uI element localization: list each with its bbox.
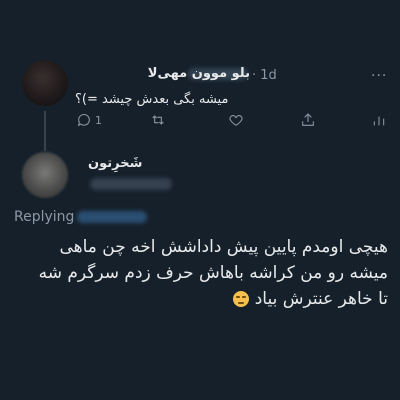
tweet-text: هیچی اومدم پایین پیش داداشش اخه چن ماهی … — [12, 234, 388, 312]
tweet-actions: 1 — [0, 112, 400, 132]
blurred-handle — [90, 178, 172, 190]
heart-icon — [229, 115, 243, 126]
share-icon — [302, 113, 314, 126]
tweet-text: میشه بگی بعدش چیشد =)؟ — [75, 92, 229, 107]
reply-action[interactable]: 1 — [76, 112, 102, 128]
unamused-face-icon — [233, 291, 250, 307]
analytics-action[interactable] — [371, 112, 387, 128]
like-action[interactable] — [228, 112, 244, 128]
retweet-action[interactable] — [150, 112, 166, 128]
blurred-mention[interactable] — [77, 211, 147, 223]
tweet-line: هیچی اومدم پایین پیش داداشش اخه چن ماهی — [59, 237, 388, 257]
tweet-line-last: تا خاهر عنترش بیاد — [12, 286, 388, 312]
display-name[interactable]: بلو موون مهی‌لا — [148, 66, 250, 81]
avatar[interactable] — [22, 60, 68, 106]
tweet-line: تا خاهر عنترش بیاد — [254, 289, 388, 309]
more-options-icon[interactable]: ··· — [371, 68, 387, 84]
avatar[interactable] — [22, 152, 68, 198]
tweet-time[interactable]: · 1d — [252, 68, 277, 83]
analytics-icon — [373, 116, 385, 126]
reply-count: 1 — [95, 113, 102, 127]
replying-label: Replying — [14, 209, 75, 225]
tweet-line: میشه رو من کراشه باهاش حرف زدم سرگرم شه — [38, 263, 388, 283]
display-name[interactable]: شَخرِتون — [88, 156, 142, 171]
share-action[interactable] — [300, 112, 316, 128]
retweet-icon — [152, 115, 164, 125]
reply-icon — [77, 113, 90, 127]
